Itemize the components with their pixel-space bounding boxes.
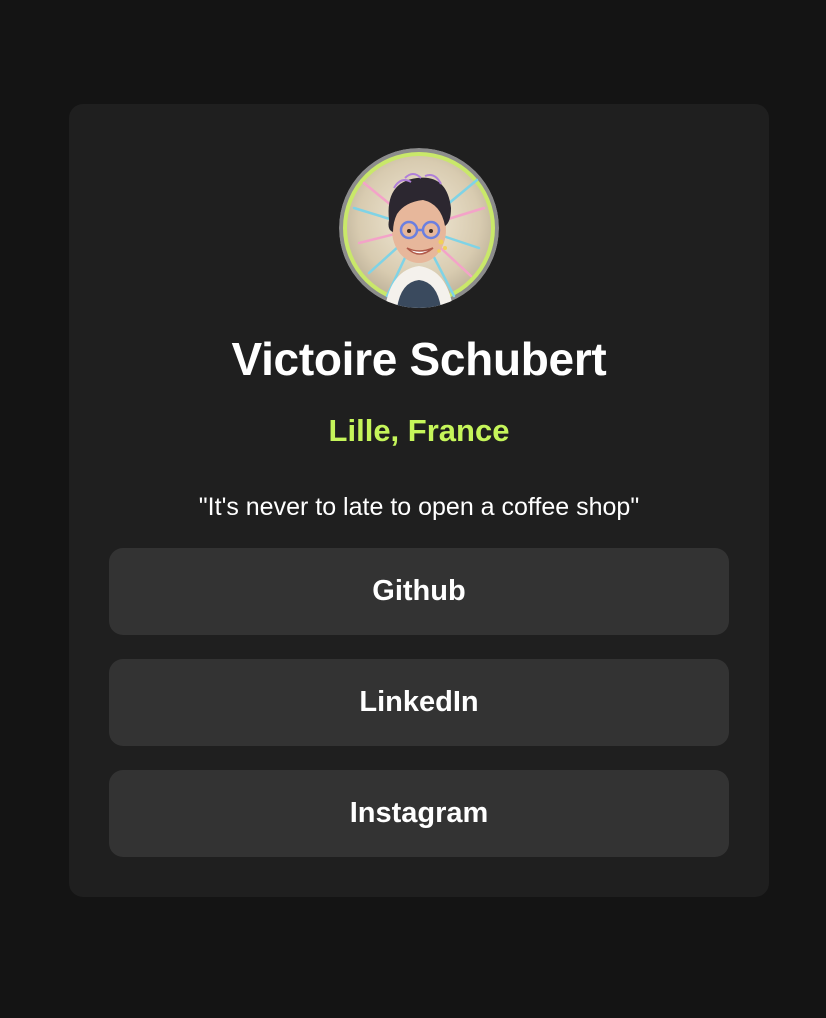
- profile-bio: "It's never to late to open a coffee sho…: [198, 493, 640, 521]
- linkedin-button[interactable]: LinkedIn: [109, 659, 729, 746]
- avatar: [339, 148, 499, 308]
- profile-location: Lille, France: [328, 413, 510, 448]
- instagram-button[interactable]: Instagram: [109, 770, 729, 857]
- profile-photo-icon: [339, 148, 499, 308]
- profile-card: Victoire Schubert Lille, France "It's ne…: [69, 104, 769, 897]
- profile-name: Victoire Schubert: [231, 333, 607, 385]
- github-button[interactable]: Github: [109, 548, 729, 635]
